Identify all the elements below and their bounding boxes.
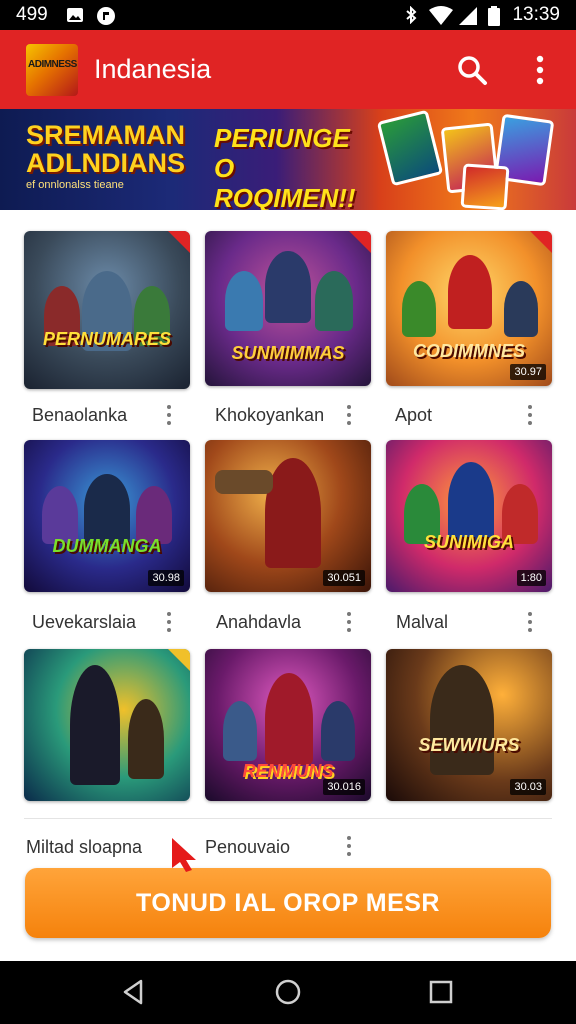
app-bar: ADIMNESS Indanesia <box>0 30 576 109</box>
wifi-icon <box>429 6 453 25</box>
game-art-title: CODIMMNES <box>413 341 525 361</box>
bluetooth-icon <box>406 6 417 24</box>
game-label: Apot <box>395 405 433 425</box>
banner-card-art <box>376 109 444 187</box>
banner-left-headline-text: SREMAMAN ADLNDIANS <box>26 120 185 178</box>
item-more-icon[interactable] <box>342 835 356 857</box>
battery-icon <box>488 6 500 26</box>
item-count-badge: 30.97 <box>510 364 546 380</box>
new-ribbon <box>349 231 371 253</box>
character-art <box>448 255 492 329</box>
game-label: Anahdavla <box>216 612 302 632</box>
character-art <box>265 673 313 765</box>
game-art-title: SUNMIMMAS <box>231 343 345 363</box>
character-art <box>448 462 494 542</box>
character-art <box>84 474 130 544</box>
character-art <box>265 458 321 568</box>
banner-card-art <box>460 163 510 210</box>
system-nav-bar <box>0 961 576 1024</box>
item-count-badge: 1:80 <box>516 570 546 586</box>
game-thumbnail[interactable] <box>24 649 190 801</box>
game-thumbnail[interactable]: DUMMANGA 30.98 <box>24 440 190 592</box>
character-art <box>402 281 436 337</box>
new-ribbon <box>168 231 190 253</box>
game-thumbnail[interactable]: SEWWIURS 30.03 <box>386 649 552 801</box>
game-art-title: SEWWIURS <box>418 735 520 755</box>
item-more-icon[interactable] <box>342 611 356 633</box>
game-thumbnail[interactable]: SUNMIMMAS <box>205 231 371 386</box>
search-icon[interactable] <box>455 53 489 87</box>
item-more-icon[interactable] <box>342 404 356 426</box>
divider <box>24 818 552 819</box>
new-ribbon <box>168 649 190 671</box>
item-count-badge: 30.051 <box>323 570 365 586</box>
home-icon[interactable] <box>273 977 303 1007</box>
character-art <box>315 271 353 331</box>
character-art <box>430 665 494 775</box>
game-thumbnail[interactable]: RENMUNS 30.016 <box>205 649 371 801</box>
status-time-right: 13:39 <box>512 4 560 25</box>
game-thumbnail[interactable]: SUNIMIGA 1:80 <box>386 440 552 592</box>
item-count-badge: 30.03 <box>510 779 546 795</box>
character-art <box>70 665 120 785</box>
game-label: Uevekarslaia <box>32 612 137 632</box>
character-art <box>321 701 355 761</box>
app-logo-text: ADIMNESS <box>28 59 77 70</box>
banner-left-subline: ef onnlonalss tieane <box>26 179 124 191</box>
recents-icon[interactable] <box>426 977 456 1007</box>
game-label: Penouvaio <box>205 837 291 857</box>
item-count-badge: 30.016 <box>323 779 365 795</box>
item-more-icon[interactable] <box>162 404 176 426</box>
game-label: Benaolanka <box>32 405 128 425</box>
new-ribbon <box>530 231 552 253</box>
item-more-icon[interactable] <box>162 611 176 633</box>
app-logo[interactable]: ADIMNESS <box>26 44 78 96</box>
signal-icon <box>459 7 477 25</box>
promo-banner[interactable]: SREMAMAN ADLNDIANS ef onnlonalss tieane … <box>0 109 576 210</box>
back-icon[interactable] <box>119 977 149 1007</box>
cta-button[interactable]: TONUD IAL OROP MESR <box>25 868 551 938</box>
game-art-title: SUNIMIGA <box>424 532 514 552</box>
status-time-left: 499 <box>16 4 48 25</box>
item-count-badge: 30.98 <box>148 570 184 586</box>
game-thumbnail[interactable]: PERNUMARES <box>24 231 190 389</box>
item-more-icon[interactable] <box>523 404 537 426</box>
notification-icon <box>97 7 115 25</box>
item-more-icon[interactable] <box>523 611 537 633</box>
weapon-art <box>215 470 273 494</box>
game-label: Malval <box>396 612 449 632</box>
game-art-title: PERNUMARES <box>42 329 171 349</box>
app-title: Indanesia <box>94 54 212 84</box>
pointer-arrow-icon <box>172 838 196 872</box>
character-art <box>223 701 257 761</box>
character-art <box>504 281 538 337</box>
game-thumbnail[interactable]: 30.051 <box>205 440 371 592</box>
character-art <box>265 251 311 323</box>
character-art <box>128 699 164 779</box>
banner-left-headline: SREMAMAN ADLNDIANS ef onnlonalss tieane <box>26 121 216 191</box>
image-icon <box>67 8 83 22</box>
game-thumbnail[interactable]: CODIMMNES 30.97 <box>386 231 552 386</box>
game-label: Khokoyankan <box>215 405 325 425</box>
game-art-title: DUMMANGA <box>52 536 162 556</box>
banner-mid-headline: PERIUNGE O ROQIMEN!! <box>214 123 356 210</box>
status-bar: 499 13:39 <box>0 0 576 30</box>
character-art <box>225 271 263 331</box>
more-vert-icon[interactable] <box>528 53 552 87</box>
game-label: Miltad sloapna <box>26 837 143 857</box>
